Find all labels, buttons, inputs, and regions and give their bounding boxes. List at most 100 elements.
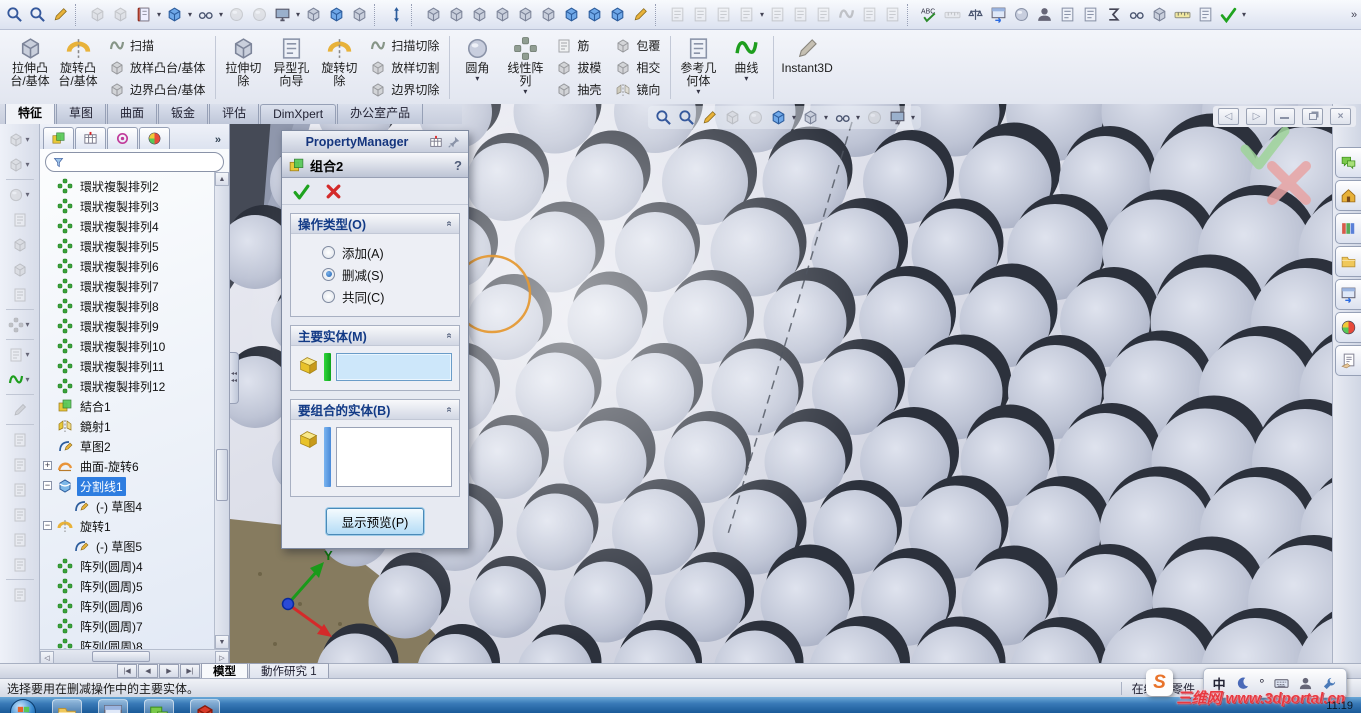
vcr-button[interactable]: |◀ xyxy=(117,664,137,678)
close-button[interactable]: × xyxy=(1330,108,1351,125)
tree-item[interactable]: − 旋转1 xyxy=(40,516,229,536)
tab-钣金[interactable]: 钣金 xyxy=(158,101,209,124)
view-left[interactable] xyxy=(468,3,491,27)
collapse-right-button[interactable]: ▷ xyxy=(1246,108,1267,125)
vcr-button[interactable]: ▶| xyxy=(180,664,200,678)
help-button[interactable]: ? xyxy=(454,158,462,173)
displaymanager-tab[interactable] xyxy=(139,127,170,149)
tree-item[interactable]: 環狀複製排列10 xyxy=(40,336,229,356)
linear-pattern-button[interactable]: 线性阵 列 ▾ xyxy=(501,32,549,103)
view-back[interactable] xyxy=(445,3,468,27)
view-isometric[interactable] xyxy=(560,3,583,27)
toolbar-overflow-icon[interactable]: » xyxy=(1350,9,1358,21)
tree-item[interactable]: 鏡射1 xyxy=(40,416,229,436)
main-body-header[interactable]: 主要实体(M) « xyxy=(291,326,459,346)
tree-item[interactable]: 阵列(圆周)6 xyxy=(40,596,229,616)
extruded-cut-button[interactable]: 拉伸切 除 xyxy=(219,32,267,103)
dropdown-arrow-icon[interactable]: ▾ xyxy=(696,88,700,96)
dropdown-arrow-icon[interactable]: ▾ xyxy=(217,10,225,19)
draft-analysis[interactable] xyxy=(1148,3,1171,27)
show-preview-button[interactable]: 显示预览(P) xyxy=(325,508,425,535)
edit-appearance[interactable] xyxy=(132,3,155,27)
tab-DimXpert[interactable]: DimXpert xyxy=(260,104,337,124)
configurationmanager-tab[interactable] xyxy=(107,127,138,149)
scroll-up-arrow[interactable]: ▲ xyxy=(215,172,229,186)
zoom-window[interactable] xyxy=(3,3,26,27)
bodies-to-combine-header[interactable]: 要组合的实体(B) « xyxy=(291,400,459,420)
view-dimetric[interactable] xyxy=(583,3,606,27)
tree-item[interactable]: 阵列(圆周)5 xyxy=(40,576,229,596)
tree-expander-icon[interactable]: + xyxy=(43,461,52,470)
hole-wizard-button[interactable]: 异型孔 向导 xyxy=(267,32,315,103)
draft-button[interactable]: 拔模 xyxy=(552,57,605,79)
collapse-left-button[interactable]: ◁ xyxy=(1218,108,1239,125)
solidworks-resources-tab[interactable] xyxy=(1334,180,1361,211)
statistics[interactable] xyxy=(1033,3,1056,27)
apply-scene[interactable] xyxy=(163,3,186,27)
model-tab[interactable]: 動作研究 1 xyxy=(249,663,329,678)
panel-splitter-handle[interactable]: ◂◂ ◂◂ xyxy=(230,352,239,404)
vcr-button[interactable]: ▶ xyxy=(159,664,179,678)
tree-item[interactable]: (-) 草图5 xyxy=(40,536,229,556)
dropdown-arrow-icon[interactable]: ▾ xyxy=(822,113,830,122)
scene-settings[interactable] xyxy=(271,3,294,27)
view-front[interactable] xyxy=(422,3,445,27)
performance-evaluation[interactable] xyxy=(1010,3,1033,27)
wrap-button[interactable]: 包覆 xyxy=(611,35,664,57)
view-right[interactable] xyxy=(491,3,514,27)
dropdown-arrow-icon[interactable]: ▾ xyxy=(854,113,862,122)
tree-item[interactable]: 環狀複製排列2 xyxy=(40,176,229,196)
compare-documents[interactable] xyxy=(1194,3,1217,27)
view-orientation-anchor[interactable] xyxy=(385,3,408,27)
zoom-history[interactable] xyxy=(26,3,49,27)
scrollbar-thumb[interactable] xyxy=(92,651,150,662)
main-body-selection-field[interactable] xyxy=(336,353,452,381)
vcr-button[interactable]: ◀ xyxy=(138,664,158,678)
dropdown-arrow-icon[interactable]: ▾ xyxy=(24,350,32,359)
radio-option[interactable]: 删减(S) xyxy=(298,263,452,285)
design-library-tab[interactable] xyxy=(1334,213,1361,244)
radio-button[interactable] xyxy=(322,289,335,303)
radio-option[interactable]: 共同(C) xyxy=(298,285,452,307)
tree-tabs-overflow-icon[interactable]: » xyxy=(215,134,226,149)
panel-options-icon[interactable] xyxy=(427,134,445,149)
zoom-to-fit[interactable] xyxy=(652,106,674,130)
curves-button[interactable]: 曲线 ▾ xyxy=(722,32,770,103)
collapse-chevron-icon[interactable]: « xyxy=(444,221,455,227)
reference-geometry-button[interactable]: 参考几 何体 ▾ xyxy=(674,32,722,103)
tab-草图[interactable]: 草图 xyxy=(56,101,107,124)
dropdown-arrow-icon[interactable]: ▾ xyxy=(790,113,798,122)
tree-expander-icon[interactable]: − xyxy=(43,521,52,530)
view-trimetric[interactable] xyxy=(606,3,629,27)
dropdown-arrow-icon[interactable]: ▾ xyxy=(24,160,32,169)
app-green[interactable] xyxy=(144,699,174,713)
file-explorer-tab[interactable] xyxy=(1334,246,1361,277)
zoom-to-area[interactable] xyxy=(675,106,697,130)
design-checker[interactable] xyxy=(1217,3,1240,27)
featuremanager-tab[interactable] xyxy=(43,127,74,149)
tree-vertical-scrollbar[interactable]: ▲ ▼ xyxy=(214,172,229,649)
restore-button[interactable] xyxy=(1302,108,1323,125)
tree-horizontal-scrollbar[interactable]: ◁ ▷ xyxy=(40,649,229,665)
solidworks-app[interactable] xyxy=(190,699,220,713)
equations[interactable] xyxy=(1102,3,1125,27)
minimize-button[interactable] xyxy=(1274,108,1295,125)
radio-button[interactable] xyxy=(322,245,335,259)
view-palette-tab[interactable] xyxy=(1334,279,1361,310)
lofted-boss-base-button[interactable]: 放样凸台/基体 xyxy=(105,57,209,79)
dropdown-arrow-icon[interactable]: ▾ xyxy=(475,75,479,83)
view-top[interactable] xyxy=(514,3,537,27)
fillet-button[interactable]: 圆角 ▾ xyxy=(453,32,501,103)
tree-item[interactable]: 阵列(圆周)8 xyxy=(40,636,229,649)
tree-item[interactable]: − 分割线1 xyxy=(40,476,229,496)
appearances-scenes-tab[interactable] xyxy=(1334,312,1361,343)
ok-button[interactable] xyxy=(293,183,310,200)
tree-item[interactable]: 環狀複製排列6 xyxy=(40,256,229,276)
dropdown-arrow-icon[interactable]: ▾ xyxy=(186,10,194,19)
dropdown-arrow-icon[interactable]: ▾ xyxy=(523,88,527,96)
tab-特征[interactable]: 特征 xyxy=(5,101,56,124)
swept-boss-base-button[interactable]: 扫描 xyxy=(105,35,209,57)
custom-properties-tab[interactable] xyxy=(1334,345,1361,376)
magnified-selection[interactable] xyxy=(698,106,720,130)
tree-item[interactable]: 結合1 xyxy=(40,396,229,416)
